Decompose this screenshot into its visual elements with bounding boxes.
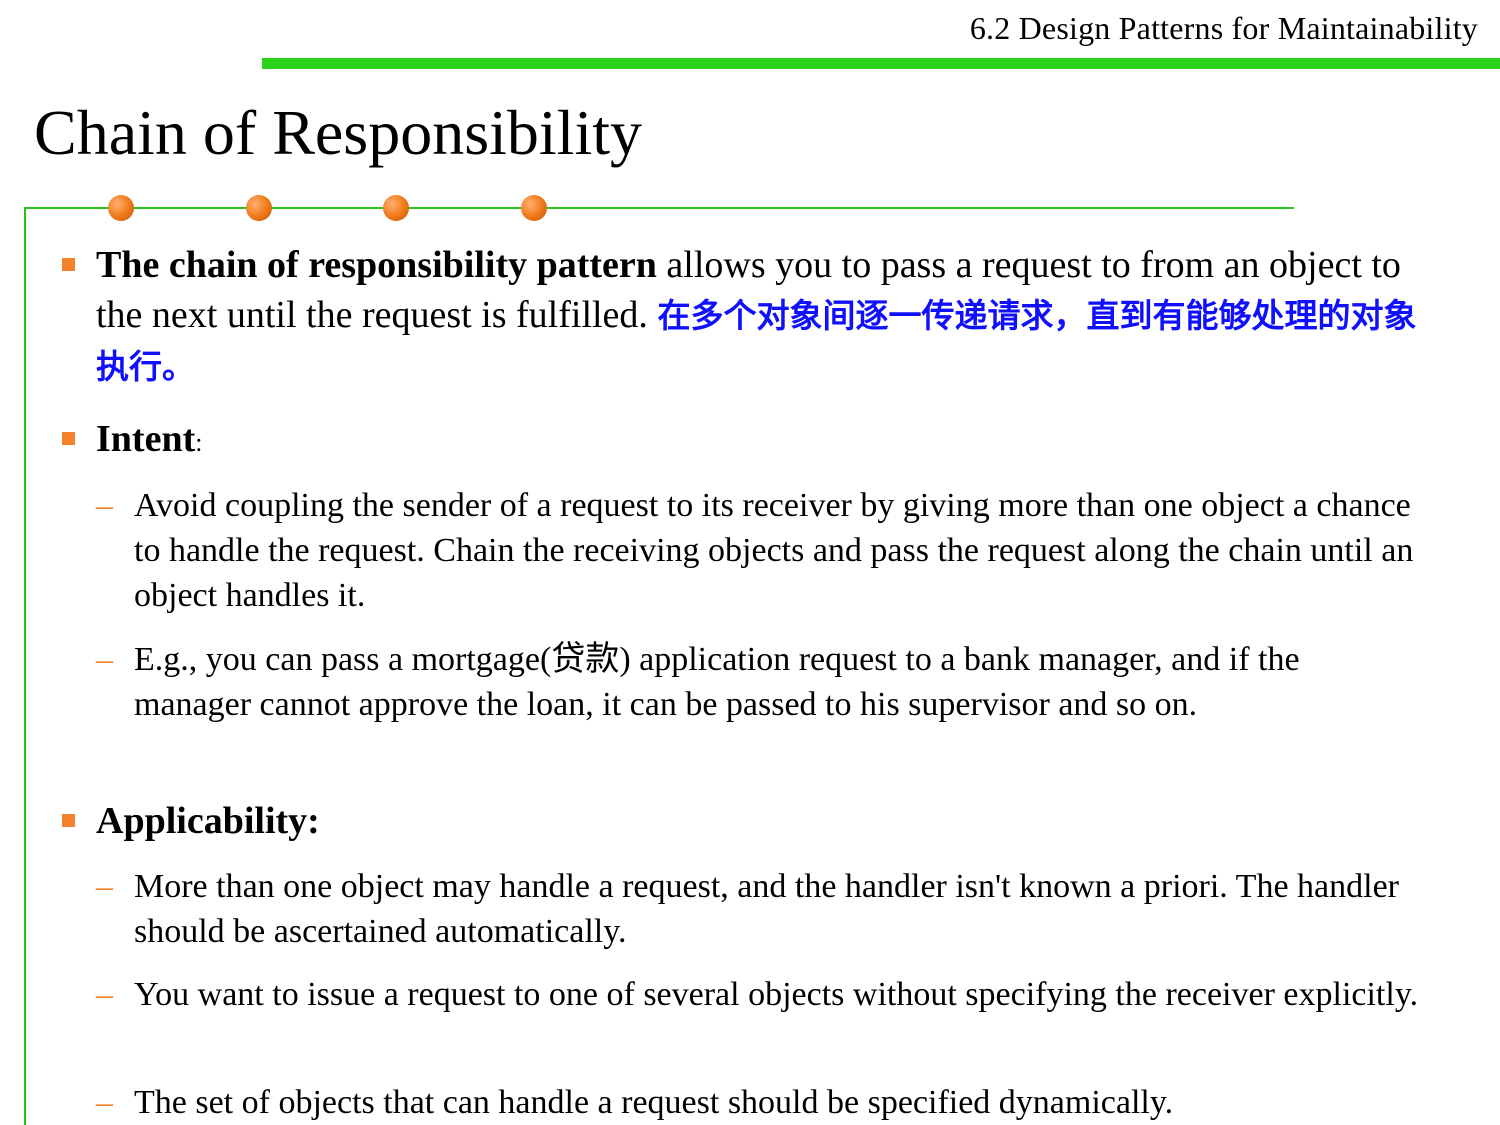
- header-bar: [262, 58, 1500, 69]
- section-header: 6.2 Design Patterns for Maintainability: [969, 10, 1478, 46]
- intent-item: Avoid coupling the sender of a request t…: [134, 487, 1414, 614]
- applicability-item: The set of objects that can handle a req…: [134, 1084, 1174, 1121]
- intent-heading-colon: :: [195, 428, 203, 457]
- applicability-heading: Applicability:: [96, 796, 1426, 846]
- definition-bold: The chain of responsibility pattern: [96, 244, 657, 286]
- bullet-marker: [62, 432, 75, 445]
- decorative-dot: [521, 195, 547, 221]
- dash-marker: –: [96, 976, 113, 1013]
- dash-marker: –: [96, 1084, 113, 1121]
- decorative-dot: [246, 195, 272, 221]
- intent-heading: Intent:: [96, 414, 1426, 468]
- slide-title: Chain of Responsibility: [34, 97, 642, 168]
- decorative-dot: [383, 195, 409, 221]
- dash-marker: –: [96, 868, 113, 905]
- applicability-heading-label: Applicability:: [96, 800, 320, 842]
- applicability-item: More than one object may handle a reques…: [134, 868, 1399, 950]
- applicability-item: You want to issue a request to one of se…: [134, 976, 1419, 1013]
- dash-marker: –: [96, 641, 113, 678]
- decorative-dot: [108, 195, 134, 221]
- dash-marker: –: [96, 487, 113, 524]
- bullet-marker: [62, 258, 75, 271]
- frame-left-line: [24, 207, 26, 1125]
- definition-paragraph: The chain of responsibility pattern allo…: [96, 240, 1426, 392]
- intent-heading-label: Intent: [96, 418, 196, 460]
- bullet-marker: [62, 814, 75, 827]
- frame-top-line: [24, 207, 1294, 209]
- intent-item: E.g., you can pass a mortgage(贷款) applic…: [134, 641, 1300, 723]
